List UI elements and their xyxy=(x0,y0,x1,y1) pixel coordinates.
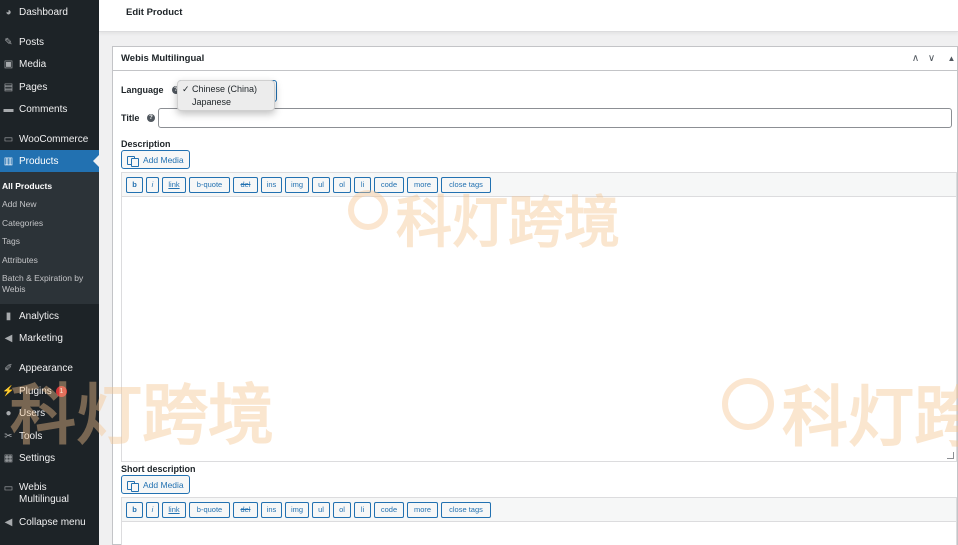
submenu-categories[interactable]: Categories xyxy=(2,218,43,229)
products-submenu: All Products Add New Categories Tags Att… xyxy=(0,172,99,304)
sidebar-item-users[interactable]: ● Users xyxy=(0,402,99,424)
sidebar-item-plugins[interactable]: ⚡ Plugins 1 xyxy=(0,380,99,402)
plugins-update-badge: 1 xyxy=(55,385,67,397)
sidebar-item-comments[interactable]: ▬ Comments xyxy=(0,98,99,120)
qt-bold-button[interactable]: b xyxy=(126,177,143,193)
language-option-chinese[interactable]: ✓ Chinese (China) xyxy=(182,84,257,95)
collapse-icon: ◀ xyxy=(4,516,13,528)
qt-close-tags-button[interactable]: close tags xyxy=(441,502,491,518)
collapse-menu-button[interactable]: ◀ Collapse menu xyxy=(0,511,99,533)
qt-ol-button[interactable]: ol xyxy=(333,177,351,193)
qt-code-button[interactable]: code xyxy=(374,177,404,193)
sidebar-item-posts[interactable]: ✎ Posts xyxy=(0,31,99,53)
megaphone-icon: ◀ xyxy=(4,332,13,344)
quicktags-toolbar: b i link b-quote del ins img ul ol li co… xyxy=(122,173,956,197)
submenu-add-new[interactable]: Add New xyxy=(2,199,37,210)
woocommerce-icon: ▭ xyxy=(3,133,14,145)
language-label: Language xyxy=(121,85,164,95)
sidebar-item-tools[interactable]: ✂ Tools xyxy=(0,425,99,447)
qt-img-button[interactable]: img xyxy=(285,177,309,193)
translate-icon: ▭ xyxy=(3,483,14,494)
description-editor: b i link b-quote del ins img ul ol li co… xyxy=(121,172,957,462)
qt-code-button[interactable]: code xyxy=(374,502,404,518)
description-textarea[interactable] xyxy=(122,198,956,461)
users-icon: ● xyxy=(5,407,12,419)
qt-link-button[interactable]: link xyxy=(162,177,186,193)
qt-link-button[interactable]: link xyxy=(162,502,186,518)
qt-del-button[interactable]: del xyxy=(233,177,258,193)
sidebar-item-woocommerce[interactable]: ▭ WooCommerce xyxy=(0,128,99,150)
qt-more-button[interactable]: more xyxy=(407,502,438,518)
metabox-title: Webis Multilingual xyxy=(121,53,205,64)
quicktags-toolbar: b i link b-quote del ins img ul ol li co… xyxy=(122,498,956,522)
submenu-all-products[interactable]: All Products xyxy=(2,181,52,192)
sidebar-item-settings[interactable]: ▦ Settings xyxy=(0,447,99,469)
language-option-japanese[interactable]: Japanese xyxy=(182,97,231,107)
description-label: Description xyxy=(121,139,171,149)
page-title: Edit Product xyxy=(126,7,183,18)
analytics-icon: ▮ xyxy=(5,310,12,322)
qt-more-button[interactable]: more xyxy=(407,177,438,193)
submenu-tags[interactable]: Tags xyxy=(2,236,20,247)
title-input[interactable] xyxy=(158,108,952,128)
brush-icon: ✐ xyxy=(4,362,13,374)
plug-icon: ⚡ xyxy=(2,385,15,397)
qt-bquote-button[interactable]: b-quote xyxy=(189,177,230,193)
page-header: Edit Product xyxy=(99,0,958,32)
move-up-button[interactable]: ∧ xyxy=(909,52,922,65)
qt-ul-button[interactable]: ul xyxy=(312,177,330,193)
help-icon[interactable]: ? xyxy=(147,114,155,122)
sidebar-item-analytics[interactable]: ▮ Analytics xyxy=(0,305,99,327)
qt-bold-button[interactable]: b xyxy=(126,502,143,518)
submenu-batch-expiration[interactable]: Batch & Expiration by Webis xyxy=(2,273,94,295)
short-description-label: Short description xyxy=(121,464,196,474)
media-icon xyxy=(127,480,139,492)
webis-multilingual-metabox: Webis Multilingual ∧ ∨ ▲ Language ? ✓ Chi… xyxy=(112,46,958,545)
checkmark-icon: ✓ xyxy=(182,84,190,94)
sidebar-item-appearance[interactable]: ✐ Appearance xyxy=(0,357,99,379)
add-media-button[interactable]: Add Media xyxy=(121,150,190,169)
qt-li-button[interactable]: li xyxy=(354,502,371,518)
metabox-header: Webis Multilingual ∧ ∨ ▲ xyxy=(113,47,957,71)
qt-bquote-button[interactable]: b-quote xyxy=(189,502,230,518)
sidebar-item-media[interactable]: ▣ Media xyxy=(0,53,99,75)
settings-icon: ▦ xyxy=(3,452,14,464)
qt-close-tags-button[interactable]: close tags xyxy=(441,177,491,193)
qt-ins-button[interactable]: ins xyxy=(261,502,282,518)
short-description-textarea[interactable] xyxy=(122,523,956,545)
qt-ul-button[interactable]: ul xyxy=(312,502,330,518)
qt-ol-button[interactable]: ol xyxy=(333,502,351,518)
pages-icon: ▤ xyxy=(3,81,14,93)
sidebar-item-webis-multilingual[interactable]: ▭ Webis Multilingual xyxy=(0,480,99,510)
qt-li-button[interactable]: li xyxy=(354,177,371,193)
qt-italic-button[interactable]: i xyxy=(146,502,159,518)
move-down-button[interactable]: ∨ xyxy=(925,52,938,65)
media-icon xyxy=(127,155,139,167)
sidebar-item-dashboard[interactable]: ◕ Dashboard xyxy=(0,1,99,23)
sidebar-item-products[interactable]: ▥ Products xyxy=(0,150,99,172)
add-media-button[interactable]: Add Media xyxy=(121,475,190,494)
wrench-icon: ✂ xyxy=(4,430,13,442)
media-icon: ▣ xyxy=(3,58,14,70)
short-description-editor: b i link b-quote del ins img ul ol li co… xyxy=(121,497,957,545)
qt-del-button[interactable]: del xyxy=(233,502,258,518)
admin-sidebar: ◕ Dashboard ✎ Posts ▣ Media ▤ Pages ▬ Comment… xyxy=(0,0,99,545)
language-dropdown: ✓ Chinese (China) Japanese xyxy=(177,80,275,111)
toggle-panel-button[interactable]: ▲ xyxy=(945,52,958,65)
sidebar-item-marketing[interactable]: ◀ Marketing xyxy=(0,327,99,349)
submenu-attributes[interactable]: Attributes xyxy=(2,255,38,266)
qt-italic-button[interactable]: i xyxy=(146,177,159,193)
products-icon: ▥ xyxy=(3,155,14,167)
qt-ins-button[interactable]: ins xyxy=(261,177,282,193)
sidebar-item-pages[interactable]: ▤ Pages xyxy=(0,76,99,98)
pin-icon: ✎ xyxy=(4,36,13,48)
dashboard-icon: ◕ xyxy=(5,6,12,18)
resize-handle[interactable] xyxy=(947,452,954,459)
qt-img-button[interactable]: img xyxy=(285,502,309,518)
title-label: Title xyxy=(121,113,140,123)
comments-icon: ▬ xyxy=(3,103,14,115)
